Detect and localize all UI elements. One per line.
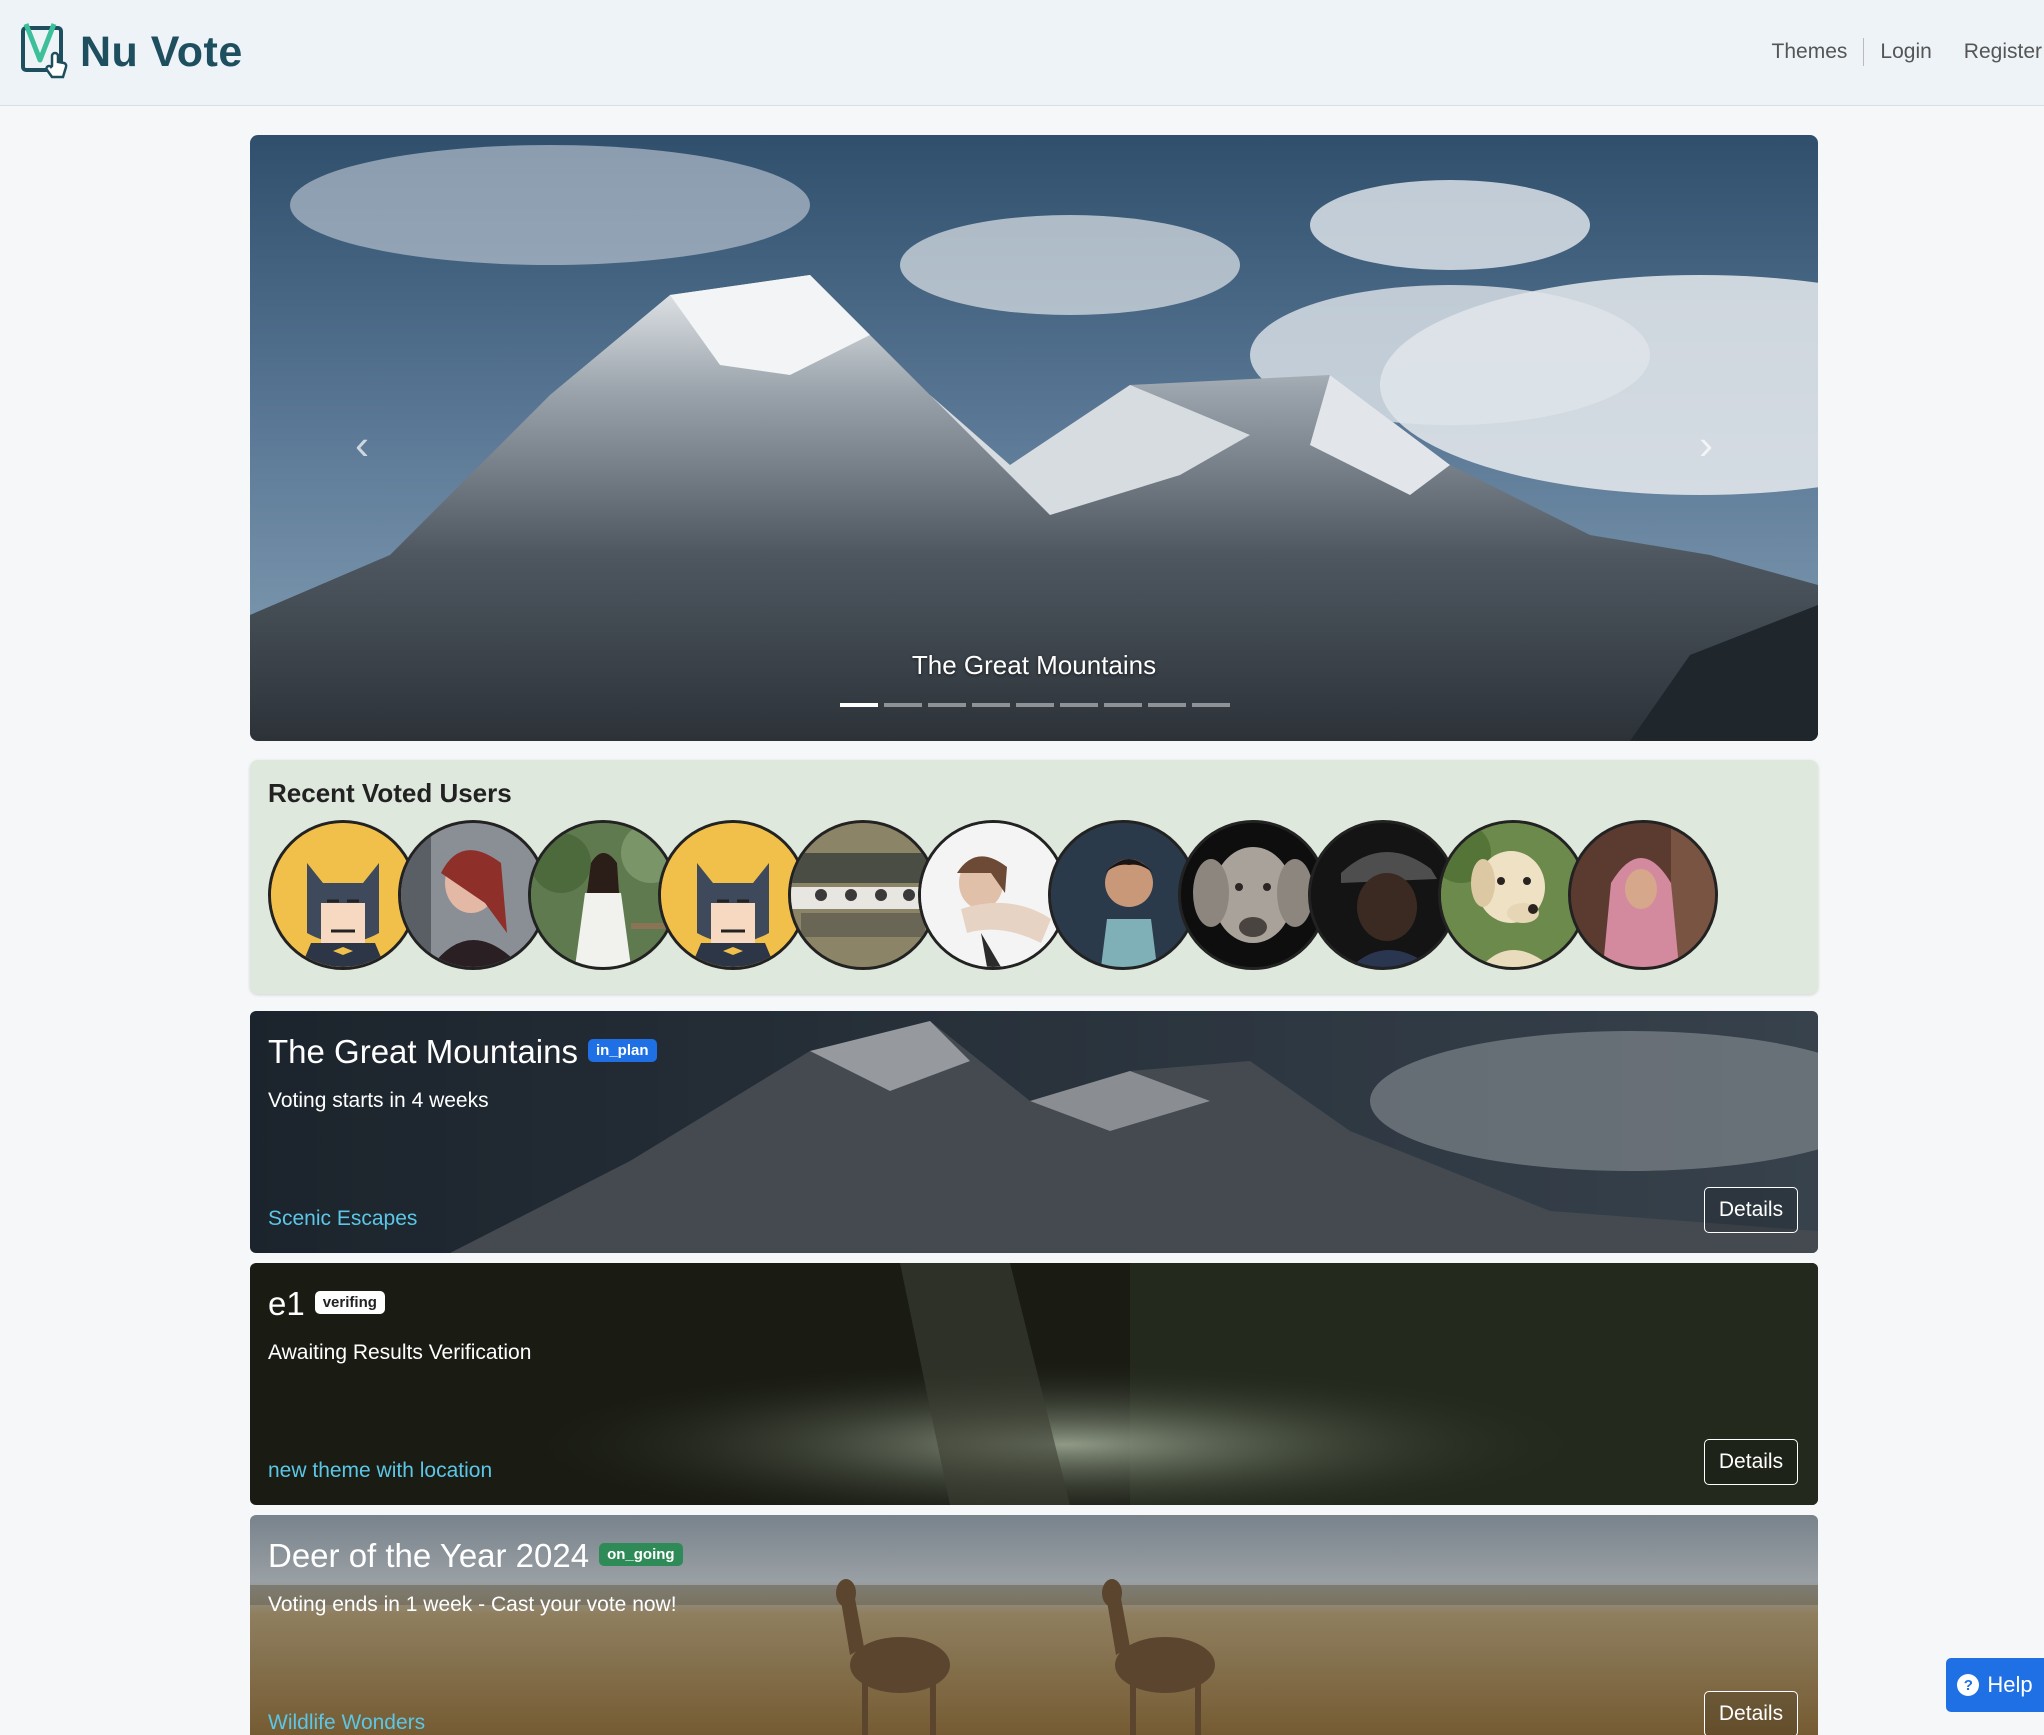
help-button[interactable]: ? Help	[1946, 1658, 2044, 1712]
carousel-caption: The Great Mountains	[911, 650, 1157, 680]
status-badge: on_going	[599, 1542, 683, 1566]
details-button[interactable]: Details	[1704, 1691, 1798, 1735]
status-badge: verifing	[314, 1290, 385, 1314]
help-label: Help	[1987, 1672, 2033, 1697]
theme-category-link[interactable]: Scenic Escapes	[268, 1207, 417, 1231]
details-button[interactable]: Details	[1704, 1187, 1798, 1233]
carousel-indicator[interactable]	[1016, 703, 1054, 707]
avatar[interactable]	[1048, 820, 1198, 970]
avatar[interactable]	[658, 820, 808, 970]
carousel-indicator[interactable]	[928, 703, 966, 707]
avatar[interactable]	[398, 820, 548, 970]
avatar[interactable]	[1438, 820, 1588, 970]
theme-title[interactable]: The Great Mountains	[268, 1033, 578, 1071]
avatar[interactable]	[268, 820, 418, 970]
carousel-indicator[interactable]	[884, 703, 922, 707]
status-badge: in_plan	[588, 1038, 657, 1062]
chevron-right-icon: ›	[1699, 421, 1713, 468]
chevron-left-icon: ‹	[355, 421, 369, 468]
hero-carousel[interactable]: ‹ › The Great Mountains	[250, 135, 1818, 741]
nu-vote-logo-icon	[20, 20, 72, 84]
avatar[interactable]	[788, 820, 938, 970]
theme-category-link[interactable]: new theme with location	[268, 1459, 492, 1483]
theme-subtitle: Voting ends in 1 week - Cast your vote n…	[268, 1593, 677, 1616]
avatar[interactable]	[1308, 820, 1458, 970]
theme-title-row: The Great Mountains in_plan	[268, 1033, 657, 1071]
navbar: Nu Vote Themes Login Register	[0, 0, 2044, 106]
carousel-indicator[interactable]	[1060, 703, 1098, 707]
theme-title[interactable]: Deer of the Year 2024	[268, 1537, 589, 1575]
recent-voted-users: Recent Voted Users	[250, 760, 1818, 994]
avatar[interactable]	[528, 820, 678, 970]
carousel-indicator[interactable]	[972, 703, 1010, 707]
theme-card[interactable]: The Great Mountains in_plan Voting start…	[250, 1011, 1818, 1253]
brand-name: Nu Vote	[80, 27, 243, 76]
details-button[interactable]: Details	[1704, 1439, 1798, 1485]
nav-register-link[interactable]: Register	[1948, 40, 2044, 64]
nav-themes-link[interactable]: Themes	[1756, 40, 1864, 64]
theme-card[interactable]: e1 verifing Awaiting Results Verificatio…	[250, 1263, 1818, 1505]
carousel-indicator[interactable]	[1148, 703, 1186, 707]
theme-title-row: e1 verifing	[268, 1285, 385, 1323]
avatar[interactable]	[1178, 820, 1328, 970]
avatar[interactable]	[1568, 820, 1718, 970]
carousel-indicators	[840, 703, 1230, 707]
theme-card[interactable]: Deer of the Year 2024 on_going Voting en…	[250, 1515, 1818, 1735]
carousel-indicator[interactable]	[1104, 703, 1142, 707]
theme-title-row: Deer of the Year 2024 on_going	[268, 1537, 683, 1575]
nav-links: Themes Login Register	[1756, 38, 2044, 66]
carousel-prev-button[interactable]: ‹	[342, 415, 382, 475]
carousel-indicator[interactable]	[840, 703, 878, 707]
avatar[interactable]	[918, 820, 1068, 970]
carousel-next-button[interactable]: ›	[1686, 415, 1726, 475]
question-circle-icon: ?	[1957, 1674, 1980, 1696]
brand[interactable]: Nu Vote	[20, 20, 243, 84]
theme-subtitle: Awaiting Results Verification	[268, 1341, 532, 1364]
theme-subtitle: Voting starts in 4 weeks	[268, 1089, 489, 1112]
theme-title[interactable]: e1	[268, 1285, 305, 1323]
recent-users-title: Recent Voted Users	[268, 778, 512, 808]
carousel-indicator[interactable]	[1192, 703, 1230, 707]
nav-login-link[interactable]: Login	[1864, 40, 1947, 64]
theme-category-link[interactable]: Wildlife Wonders	[268, 1711, 425, 1735]
